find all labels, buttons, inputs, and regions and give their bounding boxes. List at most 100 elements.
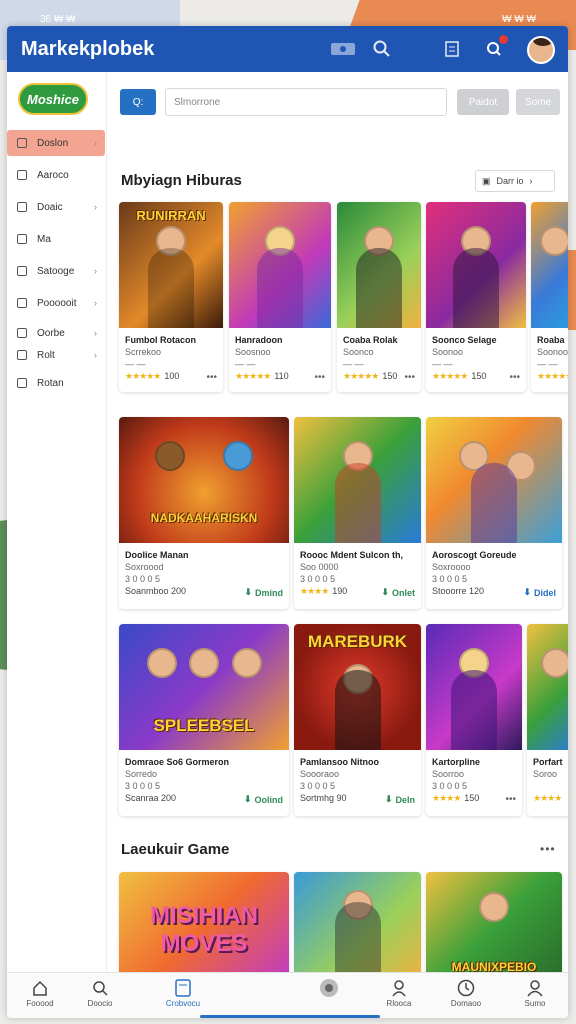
sidebar-item-ma[interactable]: Ma — [7, 226, 105, 252]
top-bar: Markekplobek — [7, 26, 568, 72]
sidebar-item-label: Aaroco — [37, 169, 69, 181]
download-button[interactable]: ⬇ Deln — [385, 794, 415, 805]
sidebar-item-satooge[interactable]: Satooge › — [7, 258, 105, 284]
game-thumbnail — [426, 624, 522, 750]
game-thumbnail: SPLEEBSEL — [119, 624, 289, 750]
notification-icon[interactable] — [483, 35, 508, 59]
sort-dropdown[interactable]: ▣ Darr io › — [475, 170, 555, 192]
chevron-right-icon: › — [94, 298, 97, 308]
nav-item-home[interactable]: Fooood — [10, 977, 70, 1008]
sidebar-item-label: Oorbe — [37, 327, 65, 339]
sort-button[interactable]: Some — [516, 89, 560, 115]
list-icon[interactable] — [441, 39, 463, 59]
camera-icon[interactable] — [329, 39, 357, 59]
game-subtitle: Soonoo — [537, 347, 568, 357]
search-button[interactable]: Q: — [120, 89, 156, 115]
search-input[interactable]: Slmorrone — [165, 88, 447, 116]
game-card[interactable]: NADKAAHARISKN Doolice Manan Soxroood 3 0… — [119, 417, 289, 609]
game-title: Fumbol Rotacon — [125, 335, 196, 345]
sidebar-item-label: Rolt — [37, 349, 55, 361]
game-card[interactable]: Kartorpline Soorroo 3 0 0 0 5 ★★★★ 150 ••… — [426, 624, 522, 816]
game-thumbnail: MAREBURK — [294, 624, 421, 750]
download-label: Dmind — [255, 587, 283, 598]
download-label: Oolind — [254, 794, 284, 805]
sidebar-item-rotan[interactable]: Rotan — [7, 370, 105, 396]
rating-count: 150 — [471, 371, 487, 381]
game-card[interactable] — [294, 872, 421, 982]
rating-count: 150 — [464, 793, 480, 803]
game-thumbnail — [426, 417, 562, 543]
game-subtitle: Soorroo — [432, 769, 465, 779]
thumbnail-title: NADKAAHARISKN — [150, 511, 258, 525]
game-card[interactable]: RUNIRRAN Fumbol Rotacon Scrrekoo — — ★★★… — [119, 202, 223, 392]
nav-item-search[interactable]: Doocio — [70, 977, 130, 1008]
game-title: Roooc Mdent Sulcon th, — [300, 550, 403, 560]
avatar[interactable] — [527, 36, 555, 64]
game-card[interactable]: Roooc Mdent Sulcon th, Soo 0000 3 0 0 0 … — [294, 417, 421, 609]
app-title: Markekplobek — [21, 38, 155, 60]
clock-icon — [436, 977, 496, 999]
game-card[interactable]: Soonco Selage Soonoo — — ★★★★★ 150 ••• — [426, 202, 526, 392]
game-card[interactable]: MISIHIAN MOVES — [119, 872, 289, 982]
download-button[interactable]: ⬇ Dmind — [244, 587, 283, 598]
game-card[interactable]: Roaba Soonoo — — ★★★★★ — [531, 202, 568, 392]
library-icon — [153, 977, 213, 999]
game-card[interactable]: Hanradoon Soosnoo — — ★★★★★ 110 ••• — [229, 202, 331, 392]
game-card[interactable]: Aoroscogt Goreude Soxroooo 3 0 0 0 5 Sto… — [426, 417, 562, 609]
section-title: Mbyiagn Hiburas — [121, 172, 242, 189]
filter-button[interactable]: Paidot — [457, 89, 509, 115]
sort-label: Darr io — [496, 176, 524, 186]
search-icon[interactable] — [371, 39, 393, 59]
bottom-nav: Fooood Doocio Crobvocu Rlooca Domaoo Sum… — [7, 972, 568, 1018]
sidebar-item-label: Ma — [37, 233, 51, 245]
chevron-right-icon: › — [94, 266, 97, 276]
download-icon: ⬇ — [243, 794, 252, 804]
game-card[interactable]: MAUNIXPEBIO — [426, 872, 562, 982]
game-title: Roaba — [537, 335, 565, 345]
game-title: Domraoe So6 Gormeron — [125, 757, 230, 767]
search-row: Q: Slmorrone Paidot Some — [120, 88, 560, 116]
more-options-icon[interactable]: ••• — [404, 372, 415, 383]
nav-item-game[interactable] — [299, 977, 359, 999]
sidebar-item-poooooit[interactable]: Poooooit › — [7, 290, 105, 316]
more-options-icon[interactable]: ••• — [540, 842, 556, 856]
sidebar-item-aaroco[interactable]: Aaroco — [7, 162, 105, 188]
status-left: 36 ₩ ₩ — [40, 14, 76, 25]
more-options-icon[interactable]: ••• — [505, 794, 516, 805]
nav-item-history[interactable]: Domaoo — [436, 977, 496, 1008]
nav-item-profile[interactable]: Sumo — [505, 977, 565, 1008]
game-card[interactable]: MAREBURK Pamlansoo Nitnoo Soooraoo 3 0 0… — [294, 624, 421, 816]
thumbnail-title: RUNIRRAN — [136, 208, 206, 223]
game-title: Hanradoon — [235, 335, 283, 345]
game-card[interactable]: Porfart Soroo ★★★★ — [527, 624, 568, 816]
game-card[interactable]: SPLEEBSEL Domraoe So6 Gormeron Sorredo 3… — [119, 624, 289, 816]
nav-item-library[interactable]: Crobvocu — [153, 977, 213, 1008]
more-options-icon[interactable]: ••• — [314, 372, 325, 383]
download-button[interactable]: ⬇ Oolind — [244, 794, 283, 805]
game-subtitle: Soroo — [533, 769, 558, 779]
nav-item-user[interactable]: Rlooca — [369, 977, 429, 1008]
nav-label: Crobvocu — [165, 999, 201, 1008]
download-button[interactable]: ⬇ Didel — [523, 587, 556, 598]
game-card[interactable]: Coaba Rolak Soonco — — ★★★★★ 150 ••• — [337, 202, 421, 392]
game-meta: — — — [537, 359, 558, 369]
sidebar-item-rolt[interactable]: Rolt › — [7, 342, 105, 368]
main-content: Q: Slmorrone Paidot Some Mbyiagn Hiburas… — [108, 72, 568, 982]
more-options-icon[interactable]: ••• — [509, 372, 520, 383]
sidebar-item-doslon[interactable]: Doslon › — [7, 130, 105, 156]
game-meta: — — — [432, 359, 453, 369]
game-subtitle: Soxroood — [125, 562, 164, 572]
game-thumbnail: MISIHIAN MOVES — [119, 872, 289, 982]
status-right: ₩ ₩ ₩ — [502, 14, 536, 25]
more-options-icon[interactable]: ••• — [206, 372, 217, 383]
rating-stars: ★★★★ — [533, 793, 562, 803]
download-icon: ⬇ — [381, 587, 389, 597]
chevron-right-icon: › — [94, 328, 97, 338]
download-button[interactable]: ⬇ Onlet — [381, 587, 415, 598]
calendar-icon: ▣ — [482, 175, 491, 186]
game-meta: — — — [235, 359, 256, 369]
rating-stars: ★★★★★ — [432, 371, 468, 381]
game-title: Doolice Manan — [125, 550, 189, 560]
checkbox-icon — [17, 298, 27, 308]
sidebar-item-doaic[interactable]: Doaic › — [7, 194, 105, 220]
